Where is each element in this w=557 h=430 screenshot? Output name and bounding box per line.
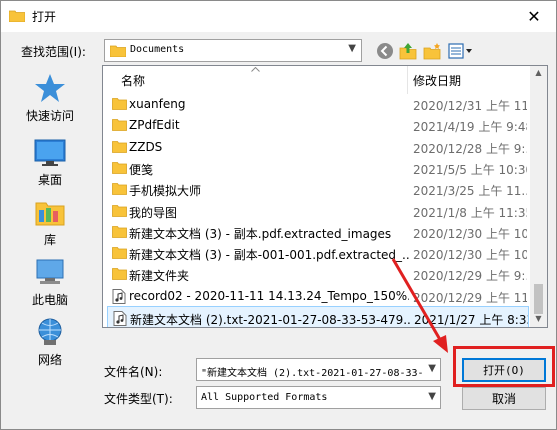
open-file-dialog: 打开 ✕ 查找范围(I): Documents ▼ 快速访问 桌面 库 此电脑 … — [0, 0, 557, 430]
place-label: 快速访问 — [25, 109, 74, 123]
file-name: 我的导图 — [129, 205, 178, 220]
folder-icon — [9, 10, 25, 22]
audio-file-icon — [112, 288, 126, 304]
file-date: 2021/5/5 上午 10:30 — [413, 162, 527, 177]
title-bar: 打开 ✕ — [1, 1, 556, 32]
file-date: 2020/12/30 上午 10... — [413, 248, 527, 263]
window-title: 打开 — [32, 10, 57, 24]
column-header-name[interactable]: 名称 — [121, 72, 145, 92]
file-row[interactable]: 手机模拟大师 2021/3/25 上午 11... — [107, 178, 529, 200]
up-folder-button[interactable] — [398, 41, 418, 61]
chevron-down-icon: ▼ — [348, 43, 356, 54]
file-row[interactable]: 新建文本文档 (3) - 副本.pdf.extracted_images 2020… — [107, 221, 529, 243]
file-date: 2020/12/29 上午 9:... — [413, 269, 527, 284]
cancel-button[interactable]: 取消 — [462, 387, 546, 410]
column-divider[interactable] — [407, 66, 408, 94]
folder-icon — [112, 247, 127, 259]
place-this-pc[interactable]: 此电脑 — [6, 257, 94, 308]
star-icon — [35, 74, 65, 102]
file-row[interactable]: record02 - 2020-11-11 14.13.24_Tempo_150… — [107, 285, 529, 307]
file-name: 新建文本文档 (2).txt-2021-01-27-08-33-53-479..… — [130, 313, 410, 327]
file-name: 手机模拟大师 — [129, 184, 202, 199]
file-row[interactable]: 便笺 2021/5/5 上午 10:30 — [107, 157, 529, 179]
filetype-label: 文件类型(T): — [104, 392, 173, 406]
look-in-value: Documents — [130, 44, 185, 55]
scrollbar-thumb[interactable] — [534, 284, 543, 314]
filename-label: 文件名(N): — [104, 365, 163, 379]
back-button[interactable] — [375, 41, 395, 61]
file-date: 2021/1/27 上午 8:33 — [414, 313, 528, 327]
file-name: 新建文本文档 (3) - 副本-001-001.pdf.extracted_..… — [129, 248, 409, 263]
file-name: 便笺 — [129, 162, 154, 177]
folder-icon — [112, 225, 127, 238]
file-list[interactable]: 名称 修改日期 xuanfeng2020/12/31 上午 11...ZPdfE… — [102, 65, 548, 328]
chevron-down-icon[interactable]: ▼ — [428, 363, 436, 374]
file-date: 2020/12/29 上午 11... — [413, 290, 527, 305]
place-label: 库 — [43, 233, 56, 247]
folder-icon — [112, 268, 127, 281]
file-row[interactable]: xuanfeng 2020/12/31 上午 11... — [107, 93, 529, 115]
library-icon — [35, 202, 65, 226]
filename-input[interactable]: "新建文本文档 (2).txt-2021-01-27-08-33-53-479.… — [196, 358, 441, 381]
audio-file-icon — [113, 311, 127, 326]
new-folder-button[interactable] — [422, 41, 442, 61]
folder-icon — [112, 204, 127, 217]
back-arrow-icon — [377, 43, 393, 59]
folder-icon — [112, 183, 127, 196]
place-desktop[interactable]: 桌面 — [6, 137, 94, 188]
file-row[interactable]: 新建文本文档 (3) - 副本-001-001.pdf.extracted_..… — [107, 242, 529, 264]
annotation-highlight-box — [453, 346, 555, 387]
folder-icon — [110, 45, 126, 57]
place-label: 桌面 — [37, 173, 62, 187]
place-label: 此电脑 — [31, 293, 68, 307]
file-date: 2021/4/19 上午 9:48 — [413, 120, 527, 135]
column-header-date[interactable]: 修改日期 — [413, 72, 461, 92]
file-name: ZZDS — [129, 139, 163, 154]
file-date: 2020/12/30 上午 10... — [413, 226, 527, 241]
file-date: 2021/1/8 上午 11:35 — [413, 205, 527, 220]
place-network[interactable]: 网络 — [6, 317, 94, 368]
look-in-label: 查找范围(I): — [21, 45, 86, 59]
folder-icon — [112, 140, 127, 153]
vertical-scrollbar[interactable]: ▲ ▼ — [530, 66, 547, 327]
close-icon: ✕ — [527, 7, 541, 26]
close-button[interactable]: ✕ — [512, 1, 556, 32]
view-menu-button[interactable] — [447, 41, 475, 61]
chevron-down-icon: ▼ — [428, 391, 436, 402]
filename-value[interactable]: "新建文本文档 (2).txt-2021-01-27-08-33-53-479.… — [201, 364, 423, 379]
folder-icon — [112, 161, 127, 174]
view-list-icon — [448, 43, 472, 59]
file-row[interactable]: 新建文件夹 2020/12/29 上午 9:... — [107, 263, 529, 285]
up-folder-icon — [399, 43, 417, 60]
filetype-value: All Supported Formats — [201, 392, 328, 403]
scroll-up-icon[interactable]: ▲ — [530, 68, 547, 82]
file-name: record02 - 2020-11-11 14.13.24_Tempo_150… — [129, 288, 409, 303]
file-name: ZPdfEdit — [129, 118, 180, 133]
file-name: 新建文本文档 (3) - 副本.pdf.extracted_images — [129, 226, 392, 241]
file-date: 2021/3/25 上午 11... — [413, 184, 527, 199]
place-quick-access[interactable]: 快速访问 — [6, 73, 94, 124]
new-folder-icon — [423, 43, 441, 60]
sort-up-icon — [251, 67, 260, 72]
file-row[interactable]: ZZDS 2020/12/28 上午 9:... — [107, 136, 529, 158]
file-date: 2020/12/31 上午 11... — [413, 99, 527, 113]
folder-icon — [112, 98, 127, 110]
computer-icon — [36, 259, 64, 284]
filetype-select[interactable]: All Supported Formats ▼ — [196, 386, 441, 409]
folder-icon — [112, 119, 127, 132]
places-bar: 快速访问 桌面 库 此电脑 网络 — [6, 67, 94, 372]
desktop-icon — [34, 139, 66, 166]
file-row[interactable]: 新建文本文档 (2).txt-2021-01-27-08-33-53-479..… — [107, 306, 529, 327]
file-row[interactable]: ZPdfEdit 2021/4/19 上午 9:48 — [107, 114, 529, 136]
file-date: 2020/12/28 上午 9:... — [413, 141, 527, 156]
scroll-down-icon[interactable]: ▼ — [530, 314, 547, 326]
network-icon — [38, 318, 62, 345]
file-row[interactable]: 我的导图 2021/1/8 上午 11:35 — [107, 200, 529, 222]
place-library[interactable]: 库 — [6, 197, 94, 248]
file-name: xuanfeng — [129, 97, 186, 111]
look-in-dropdown[interactable]: Documents ▼ — [104, 39, 362, 62]
file-name: 新建文件夹 — [129, 269, 190, 284]
place-label: 网络 — [37, 353, 62, 367]
